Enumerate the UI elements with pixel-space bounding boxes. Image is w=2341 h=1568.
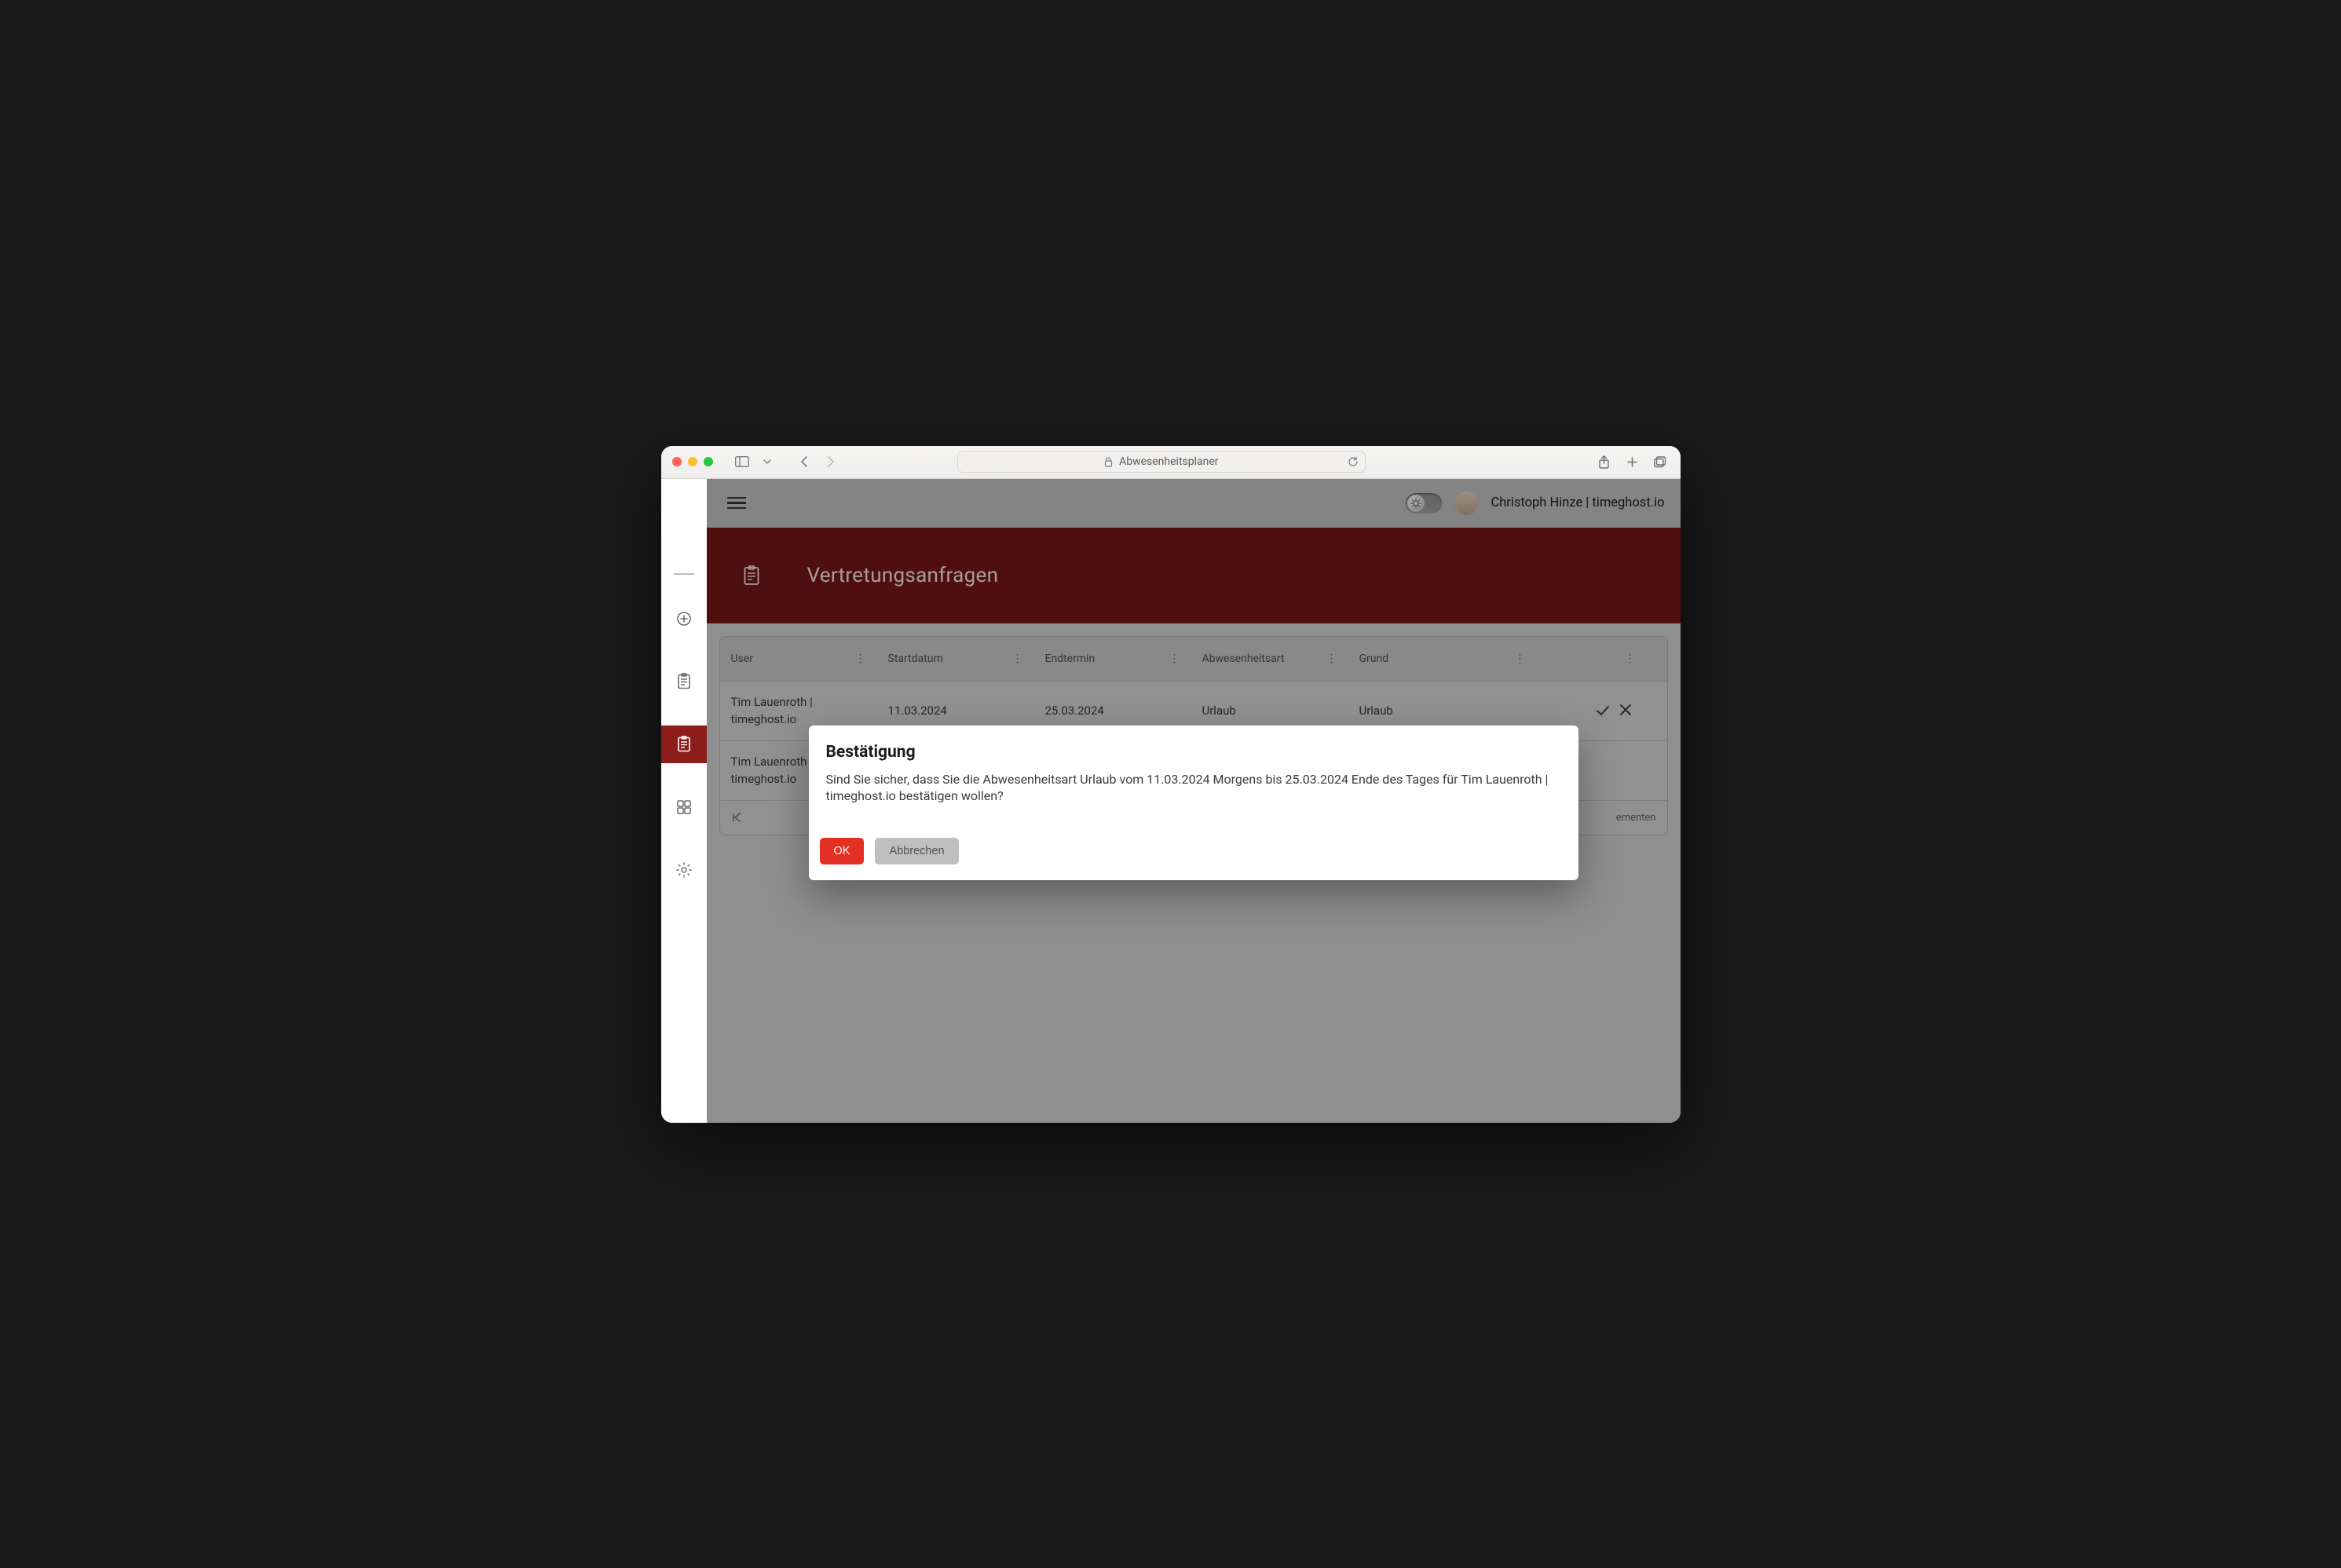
rail-divider — [674, 573, 694, 575]
new-tab-icon[interactable] — [1623, 453, 1641, 470]
mac-window: Abwesenheitsplaner — [661, 446, 1681, 1123]
tabs-overview-icon[interactable] — [1652, 453, 1669, 470]
ok-button[interactable]: OK — [820, 838, 865, 864]
close-window-button[interactable] — [672, 457, 682, 466]
dialog-body: Sind Sie sicher, dass Sie die Abwesenhei… — [826, 771, 1561, 805]
cancel-button[interactable]: Abbrechen — [875, 838, 958, 864]
reload-icon[interactable] — [1348, 456, 1359, 467]
confirm-dialog: Bestätigung Sind Sie sicher, dass Sie di… — [809, 726, 1578, 880]
content-area: Christoph Hinze | timeghost.io Vertretun… — [707, 479, 1681, 1123]
lock-icon — [1104, 457, 1113, 467]
rail-item-add[interactable] — [661, 600, 707, 638]
url-bar[interactable]: Abwesenheitsplaner — [957, 451, 1366, 473]
back-button[interactable] — [796, 453, 814, 470]
share-icon[interactable] — [1595, 453, 1612, 470]
dialog-title: Bestätigung — [826, 743, 1561, 762]
sidebar-toggle-icon[interactable] — [733, 453, 751, 470]
dialog-actions: OK Abbrechen — [820, 838, 1561, 864]
rail-item-requests[interactable] — [661, 726, 707, 763]
minimize-window-button[interactable] — [688, 457, 697, 466]
rail-item-settings[interactable] — [661, 851, 707, 889]
app-root: Christoph Hinze | timeghost.io Vertretun… — [661, 479, 1681, 1123]
browser-toolbar: Abwesenheitsplaner — [661, 446, 1681, 479]
side-rail — [661, 479, 707, 1123]
window-controls — [672, 457, 713, 466]
chevron-down-icon[interactable] — [759, 453, 776, 470]
rail-item-clipboard[interactable] — [661, 663, 707, 700]
forward-button[interactable] — [821, 453, 839, 470]
rail-item-dashboard[interactable] — [661, 788, 707, 826]
maximize-window-button[interactable] — [704, 457, 713, 466]
url-title: Abwesenheitsplaner — [1119, 455, 1218, 468]
